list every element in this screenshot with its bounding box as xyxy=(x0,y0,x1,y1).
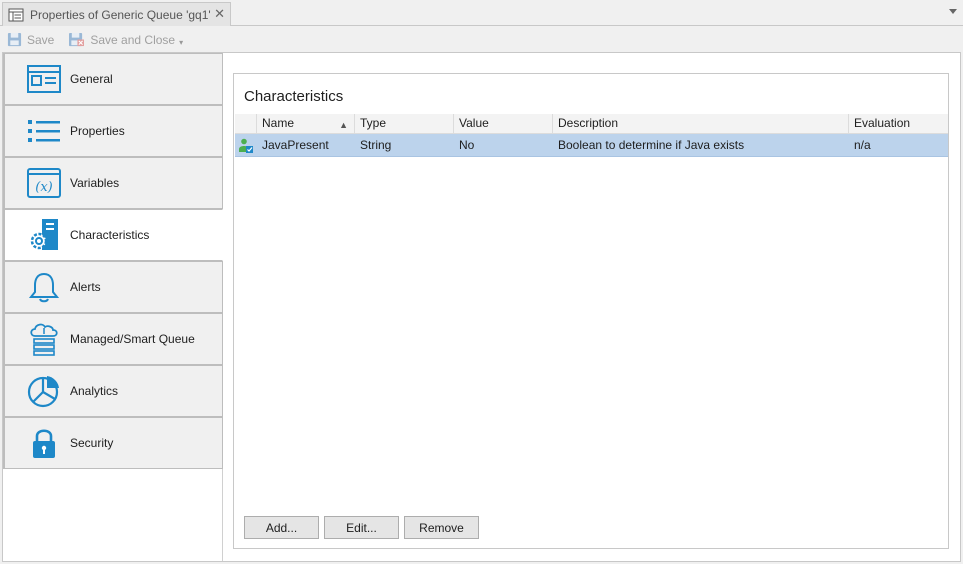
column-header-value[interactable]: Value xyxy=(454,114,553,134)
chevron-down-icon[interactable] xyxy=(949,9,957,14)
document-tab-title: Properties of Generic Queue 'gq1' xyxy=(30,7,211,22)
cell-name: JavaPresent xyxy=(262,138,329,152)
column-header-evaluation[interactable]: Evaluation xyxy=(849,114,948,134)
add-button[interactable]: Add... xyxy=(244,516,319,539)
save-label: Save xyxy=(27,32,55,47)
sidebar-item-properties[interactable]: Properties xyxy=(3,105,223,157)
document-tabstrip: Properties of Generic Queue 'gq1' ✕ xyxy=(0,0,963,26)
properties-frame: General Properties (𝑥) Variables Charact… xyxy=(2,52,961,562)
cell-evaluation: n/a xyxy=(854,138,871,152)
queue-properties-icon xyxy=(8,8,24,21)
list-icon xyxy=(27,114,61,148)
sidebar-item-security[interactable]: Security xyxy=(3,417,223,469)
sidebar-item-label: Managed/Smart Queue xyxy=(70,332,195,346)
sort-ascending-icon: ▲ xyxy=(339,120,348,130)
sidebar: General Properties (𝑥) Variables Charact… xyxy=(3,53,223,561)
section-title: Characteristics xyxy=(244,88,344,105)
remove-button[interactable]: Remove xyxy=(404,516,479,539)
edit-button[interactable]: Edit... xyxy=(324,516,399,539)
sidebar-item-managed-smart-queue[interactable]: Managed/Smart Queue xyxy=(3,313,223,365)
save-close-icon xyxy=(69,32,85,47)
save-icon xyxy=(7,32,22,47)
save-and-close-button[interactable]: Save and Close ▾ xyxy=(68,32,183,47)
table-row[interactable]: JavaPresent String No Boolean to determi… xyxy=(235,134,948,157)
sidebar-item-characteristics[interactable]: Characteristics xyxy=(3,209,223,261)
lock-icon xyxy=(27,426,61,460)
column-header-type[interactable]: Type xyxy=(355,114,454,134)
dropdown-arrow-icon[interactable]: ▾ xyxy=(179,38,183,47)
document-tab[interactable]: Properties of Generic Queue 'gq1' ✕ xyxy=(2,2,231,26)
svg-text:(𝑥): (𝑥) xyxy=(35,180,52,195)
sidebar-item-variables[interactable]: (𝑥) Variables xyxy=(3,157,223,209)
toolbar: Save Save and Close ▾ xyxy=(0,27,963,52)
sidebar-item-label: Analytics xyxy=(70,384,119,398)
bell-icon xyxy=(27,270,61,304)
sidebar-item-label: Alerts xyxy=(70,280,101,294)
cell-type: String xyxy=(360,138,392,152)
sidebar-item-label: General xyxy=(70,72,113,86)
table-header: Name ▲ Type Value Description Evaluation xyxy=(235,114,948,134)
cell-value: No xyxy=(459,138,475,152)
column-header-name[interactable]: Name ▲ xyxy=(257,114,355,134)
cloud-server-icon xyxy=(27,322,61,356)
sidebar-item-label: Variables xyxy=(70,176,120,190)
characteristics-panel: Characteristics Name ▲ Type Value Descri… xyxy=(233,73,949,549)
sidebar-item-alerts[interactable]: Alerts xyxy=(3,261,223,313)
variable-icon: (𝑥) xyxy=(27,166,61,200)
save-button[interactable]: Save xyxy=(7,32,54,47)
sidebar-item-analytics[interactable]: Analytics xyxy=(3,365,223,417)
cell-description: Boolean to determine if Java exists xyxy=(558,138,745,152)
close-icon[interactable]: ✕ xyxy=(214,6,225,22)
sidebar-item-label: Security xyxy=(70,436,114,450)
pie-chart-icon xyxy=(27,374,61,408)
sidebar-item-general[interactable]: General xyxy=(3,53,223,105)
characteristic-icon xyxy=(235,134,257,157)
sidebar-item-label: Properties xyxy=(70,124,125,138)
column-header-description[interactable]: Description xyxy=(553,114,849,134)
column-header-icon xyxy=(235,114,257,134)
action-buttons: Add... Edit... Remove xyxy=(244,516,484,539)
save-and-close-label: Save and Close xyxy=(90,32,176,47)
characteristics-table: Name ▲ Type Value Description Evaluation xyxy=(235,114,948,157)
characteristics-icon xyxy=(27,218,61,252)
sidebar-item-label: Characteristics xyxy=(70,228,150,242)
general-icon xyxy=(27,62,61,96)
